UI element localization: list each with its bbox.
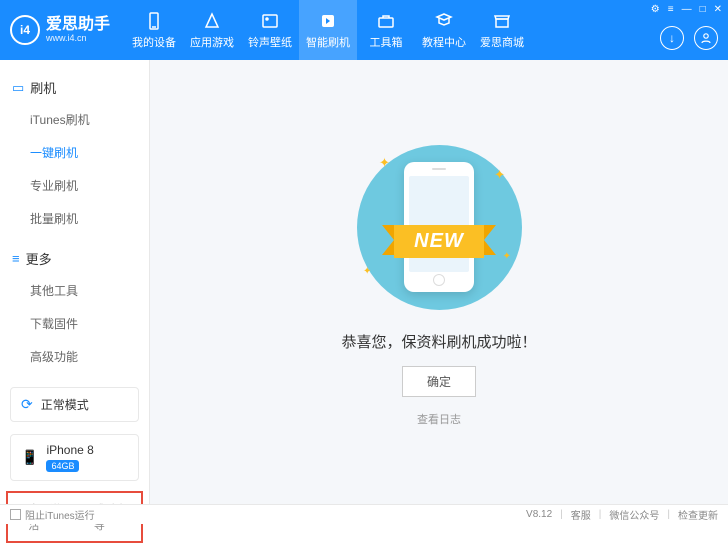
header-right-actions: ↓: [660, 26, 718, 50]
sidebar-item-oneclick-flash[interactable]: 一键刷机: [12, 136, 137, 169]
new-ribbon: NEW: [394, 225, 484, 258]
nav-toolbox[interactable]: 工具箱: [357, 0, 415, 60]
logo-area: i4 爱思助手 www.i4.cn: [10, 15, 110, 45]
close-icon[interactable]: ✕: [714, 4, 722, 15]
list-icon: ≡: [12, 251, 20, 266]
minimize-icon[interactable]: —: [682, 4, 692, 15]
footer-link-update[interactable]: 检查更新: [678, 507, 718, 522]
refresh-icon: ⟳: [21, 396, 33, 413]
phone-icon: ▭: [12, 80, 24, 96]
top-nav: 我的设备 应用游戏 铃声壁纸 智能刷机 工具箱 教程中心 爱思商城: [125, 0, 531, 60]
sidebar-item-pro-flash[interactable]: 专业刷机: [12, 169, 137, 202]
block-itunes-checkbox[interactable]: 阻止iTunes运行: [10, 507, 95, 522]
brand-name: 爱思助手: [46, 16, 110, 34]
device-name: iPhone 8: [46, 443, 93, 457]
phone-small-icon: 📱: [21, 449, 38, 466]
download-button[interactable]: ↓: [660, 26, 684, 50]
ok-button[interactable]: 确定: [402, 366, 476, 397]
maximize-icon[interactable]: □: [700, 4, 706, 15]
footer-link-wechat[interactable]: 微信公众号: [609, 507, 659, 522]
sidebar: ▭刷机 iTunes刷机 一键刷机 专业刷机 批量刷机 ≡更多 其他工具 下载固…: [0, 60, 150, 504]
status-bar: 阻止iTunes运行 V8.12 | 客服 | 微信公众号 | 检查更新: [0, 504, 728, 524]
storage-badge: 64GB: [46, 460, 79, 472]
brand-url: www.i4.cn: [46, 34, 110, 44]
success-illustration: ✦ ✦ ✦ ✦ NEW: [349, 137, 529, 317]
sidebar-item-download-firmware[interactable]: 下载固件: [12, 307, 137, 340]
menu-icon[interactable]: ≡: [668, 4, 674, 15]
nav-my-device[interactable]: 我的设备: [125, 0, 183, 60]
nav-ringtone-wallpaper[interactable]: 铃声壁纸: [241, 0, 299, 60]
app-header: i4 爱思助手 www.i4.cn 我的设备 应用游戏 铃声壁纸 智能刷机 工具…: [0, 0, 728, 60]
logo-icon: i4: [10, 15, 40, 45]
device-icon: [144, 11, 164, 31]
mode-box[interactable]: ⟳ 正常模式: [10, 387, 139, 422]
main-content: ✦ ✦ ✦ ✦ NEW 恭喜您，保资料刷机成功啦！ 确定 查看日志: [150, 60, 728, 504]
success-message: 恭喜您，保资料刷机成功啦！: [341, 331, 536, 352]
sidebar-item-batch-flash[interactable]: 批量刷机: [12, 202, 137, 235]
settings-icon[interactable]: ⚙: [651, 4, 660, 15]
store-icon: [492, 11, 512, 31]
footer-link-support[interactable]: 客服: [571, 507, 591, 522]
window-controls: ⚙ ≡ — □ ✕: [651, 4, 722, 15]
wallpaper-icon: [260, 11, 280, 31]
toolbox-icon: [376, 11, 396, 31]
sidebar-item-other-tools[interactable]: 其他工具: [12, 274, 137, 307]
nav-apps-games[interactable]: 应用游戏: [183, 0, 241, 60]
sidebar-section-more[interactable]: ≡更多: [12, 243, 137, 274]
user-button[interactable]: [694, 26, 718, 50]
nav-smart-flash[interactable]: 智能刷机: [299, 0, 357, 60]
sidebar-item-itunes-flash[interactable]: iTunes刷机: [12, 103, 137, 136]
device-box[interactable]: 📱 iPhone 8 64GB: [10, 434, 139, 481]
nav-tutorials[interactable]: 教程中心: [415, 0, 473, 60]
nav-store[interactable]: 爱思商城: [473, 0, 531, 60]
tutorial-icon: [434, 11, 454, 31]
mode-label: 正常模式: [41, 396, 89, 413]
flash-icon: [318, 11, 338, 31]
view-log-link[interactable]: 查看日志: [417, 411, 461, 427]
sidebar-item-advanced[interactable]: 高级功能: [12, 340, 137, 373]
sidebar-section-flash[interactable]: ▭刷机: [12, 72, 137, 103]
version-label: V8.12: [526, 509, 552, 520]
apps-icon: [202, 11, 222, 31]
